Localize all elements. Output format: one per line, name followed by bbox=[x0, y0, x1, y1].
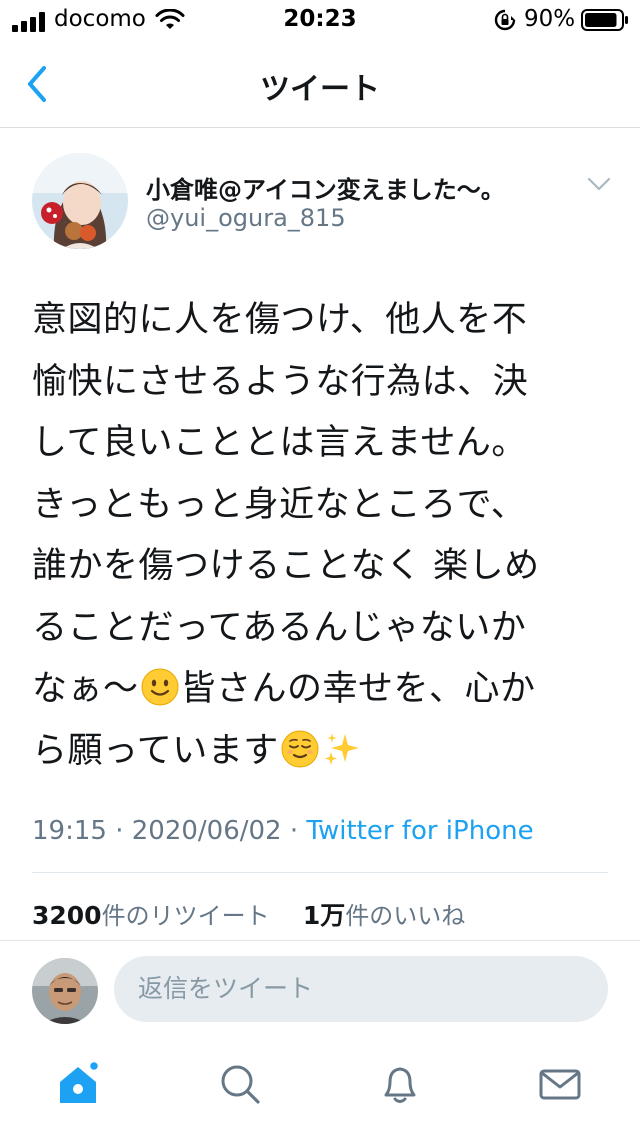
retweet-label: 件のリツイート bbox=[101, 902, 270, 930]
chevron-down-icon[interactable] bbox=[586, 174, 612, 194]
rotation-lock-icon bbox=[494, 9, 516, 31]
tab-bar bbox=[0, 1040, 640, 1136]
tweet-text-line: 誰かを傷つけることなく 楽しめ bbox=[32, 546, 540, 586]
like-count: 1万 bbox=[302, 901, 346, 930]
tweet-text-line-mixed: なぁ〜 皆さんの幸せを、心か bbox=[32, 659, 612, 721]
meta-separator: · bbox=[115, 816, 124, 846]
battery-icon bbox=[581, 9, 628, 31]
tweet-text-line: 意図的に人を傷つけ、他人を不 bbox=[32, 300, 528, 340]
retweet-stat[interactable]: 3200件のリツイート bbox=[32, 901, 270, 930]
navigation-bar: ツイート bbox=[0, 40, 640, 128]
tweet-text-fragment: なぁ〜 bbox=[32, 669, 139, 709]
search-icon[interactable] bbox=[218, 1062, 262, 1106]
tweet-meta: 19:15 · 2020/06/02 · Twitter for iPhone bbox=[32, 816, 534, 846]
notifications-icon[interactable] bbox=[378, 1062, 422, 1106]
tweet-text-line: して良いこととは言えません。 bbox=[32, 423, 527, 463]
battery-percent: 90% bbox=[524, 6, 576, 32]
tweet-text-line: 愉快にさせるような行為は、決 bbox=[32, 361, 529, 402]
messages-icon[interactable] bbox=[538, 1062, 582, 1106]
author-handle[interactable]: @yui_ogura_815 bbox=[146, 204, 346, 232]
tweet-text: 意図的に人を傷つけ、他人を不 愉快にさせるような行為は、決 して良いこととは言え… bbox=[32, 290, 612, 782]
tweet-time: 19:15 bbox=[32, 816, 107, 846]
retweet-count: 3200 bbox=[32, 901, 102, 930]
tweet-date: 2020/06/02 bbox=[131, 816, 282, 846]
engagement-stats: 3200件のリツイート 1万件のいいね bbox=[32, 896, 465, 932]
divider bbox=[32, 872, 608, 873]
meta-separator: · bbox=[289, 816, 299, 846]
tweet-text-fragment: ら願っています bbox=[32, 730, 279, 771]
author-name[interactable]: 小倉唯@アイコン変えました〜。 bbox=[146, 170, 505, 205]
tweet-text-line-mixed: ら願っています bbox=[32, 721, 612, 783]
relieved-face-emoji-icon bbox=[281, 730, 319, 767]
reply-input[interactable]: 返信をツイート bbox=[114, 956, 608, 1022]
reply-bar: 返信をツイート bbox=[0, 940, 640, 1040]
status-bar: docomo 20:23 90% bbox=[0, 0, 640, 40]
tweet-text-fragment: 皆さんの幸せを、心か bbox=[180, 669, 536, 709]
like-stat[interactable]: 1万件のいいね bbox=[302, 901, 466, 930]
author-avatar[interactable] bbox=[32, 153, 128, 249]
tweet-text-line: きっともっと身近なところで、 bbox=[32, 484, 527, 525]
home-icon[interactable] bbox=[56, 1062, 100, 1106]
my-avatar[interactable] bbox=[32, 958, 98, 1024]
page-title: ツイート bbox=[260, 72, 380, 107]
tweet-source-link[interactable]: Twitter for iPhone bbox=[306, 816, 533, 846]
tweet-text-line: ることだってあるんじゃないか bbox=[32, 607, 527, 648]
sparkles-emoji-icon bbox=[324, 732, 359, 765]
slightly-smiling-face-emoji-icon bbox=[141, 668, 179, 706]
like-label: 件のいいね bbox=[345, 902, 466, 930]
